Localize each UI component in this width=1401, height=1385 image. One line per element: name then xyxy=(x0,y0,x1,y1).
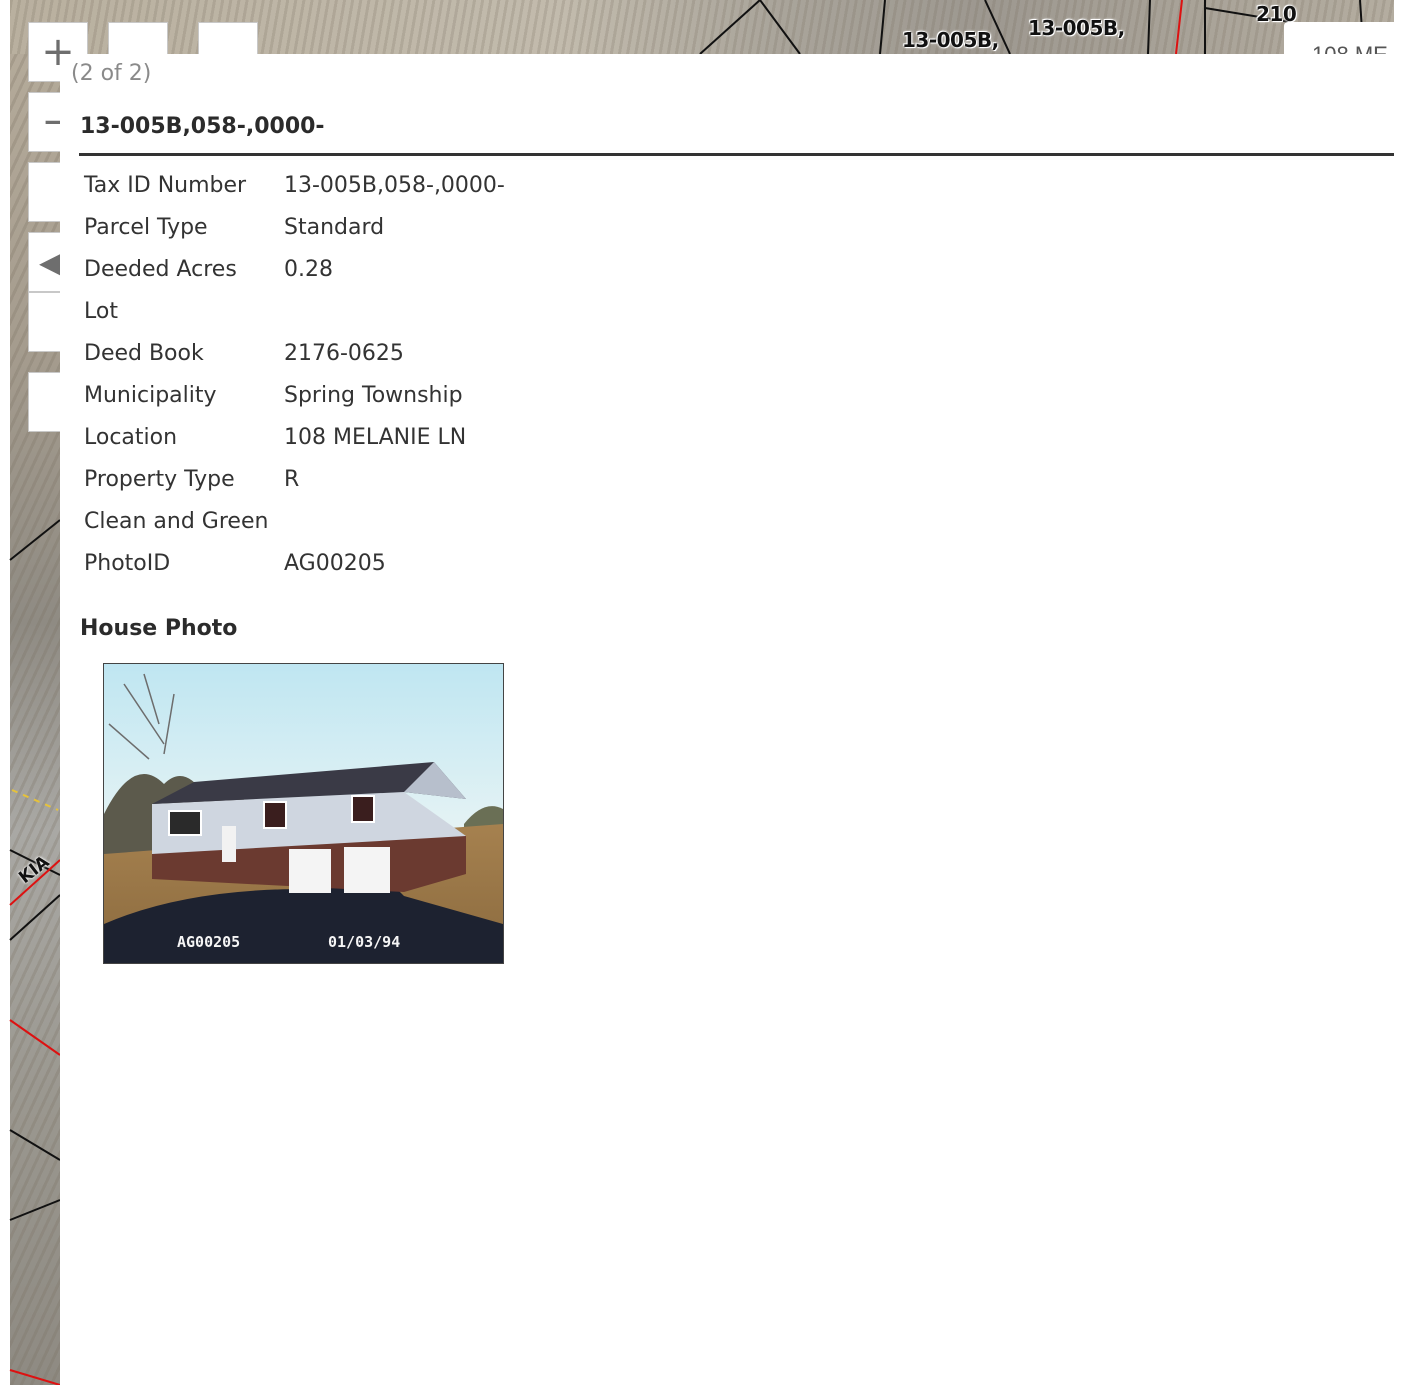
attribute-key: Clean and Green xyxy=(84,508,269,534)
attribute-key: Municipality xyxy=(84,382,217,408)
title-divider xyxy=(79,153,1394,156)
attribute-table: Tax ID Number 13-005B,058-,0000- Parcel … xyxy=(80,164,509,584)
attribute-key: Parcel Type xyxy=(84,214,208,240)
attribute-value: 108 MELANIE LN xyxy=(284,424,467,450)
search-input[interactable]: 108 ME xyxy=(1284,22,1401,56)
attribute-value: Spring Township xyxy=(284,382,463,408)
table-row: Location 108 MELANIE LN xyxy=(80,416,509,458)
attribute-value xyxy=(280,500,509,542)
attribute-key: Tax ID Number xyxy=(84,172,247,198)
house-photo[interactable]: AG00205 01/03/94 xyxy=(103,663,504,964)
attribute-value: 0.28 xyxy=(284,256,333,282)
table-row: Parcel Type Standard xyxy=(80,206,509,248)
attribute-value: Standard xyxy=(284,214,385,240)
attribute-value: 2176-0625 xyxy=(284,340,404,366)
popup-pager: (2 of 2) xyxy=(71,61,152,86)
attribute-value: R xyxy=(284,466,300,492)
photo-caption-id: AG00205 xyxy=(177,933,240,951)
attribute-value xyxy=(280,290,509,332)
table-row: Tax ID Number 13-005B,058-,0000- xyxy=(80,164,509,206)
chevron-left-icon: ◀ xyxy=(39,245,61,279)
attribute-key: Lot xyxy=(84,298,118,324)
attribute-key: Property Type xyxy=(84,466,235,492)
popup-title: 13-005B,058-,0000- xyxy=(80,114,325,139)
table-row: Deeded Acres 0.28 xyxy=(80,248,509,290)
photo-caption-date: 01/03/94 xyxy=(328,933,400,951)
attribute-key: PhotoID xyxy=(84,550,171,576)
attribute-key: Location xyxy=(84,424,178,450)
table-row: Lot xyxy=(80,290,509,332)
table-row: PhotoID AG00205 xyxy=(80,542,509,584)
house-photo-image: AG00205 01/03/94 xyxy=(104,664,503,963)
attribute-key: Deed Book xyxy=(84,340,204,366)
parcel-label: 13-005B, xyxy=(1028,16,1125,40)
attribute-key: Deeded Acres xyxy=(84,256,237,282)
parcel-label: 13-005B, xyxy=(902,28,999,52)
table-row: Clean and Green xyxy=(80,500,509,542)
attribute-value: 13-005B,058-,0000- xyxy=(284,172,505,198)
table-row: Municipality Spring Township xyxy=(80,374,509,416)
table-row: Deed Book 2176-0625 xyxy=(80,332,509,374)
house-photo-heading: House Photo xyxy=(80,616,238,641)
table-row: Property Type R xyxy=(80,458,509,500)
attribute-value: AG00205 xyxy=(284,550,386,576)
feature-popup: (2 of 2) 13-005B,058-,0000- Tax ID Numbe… xyxy=(60,54,1394,1385)
